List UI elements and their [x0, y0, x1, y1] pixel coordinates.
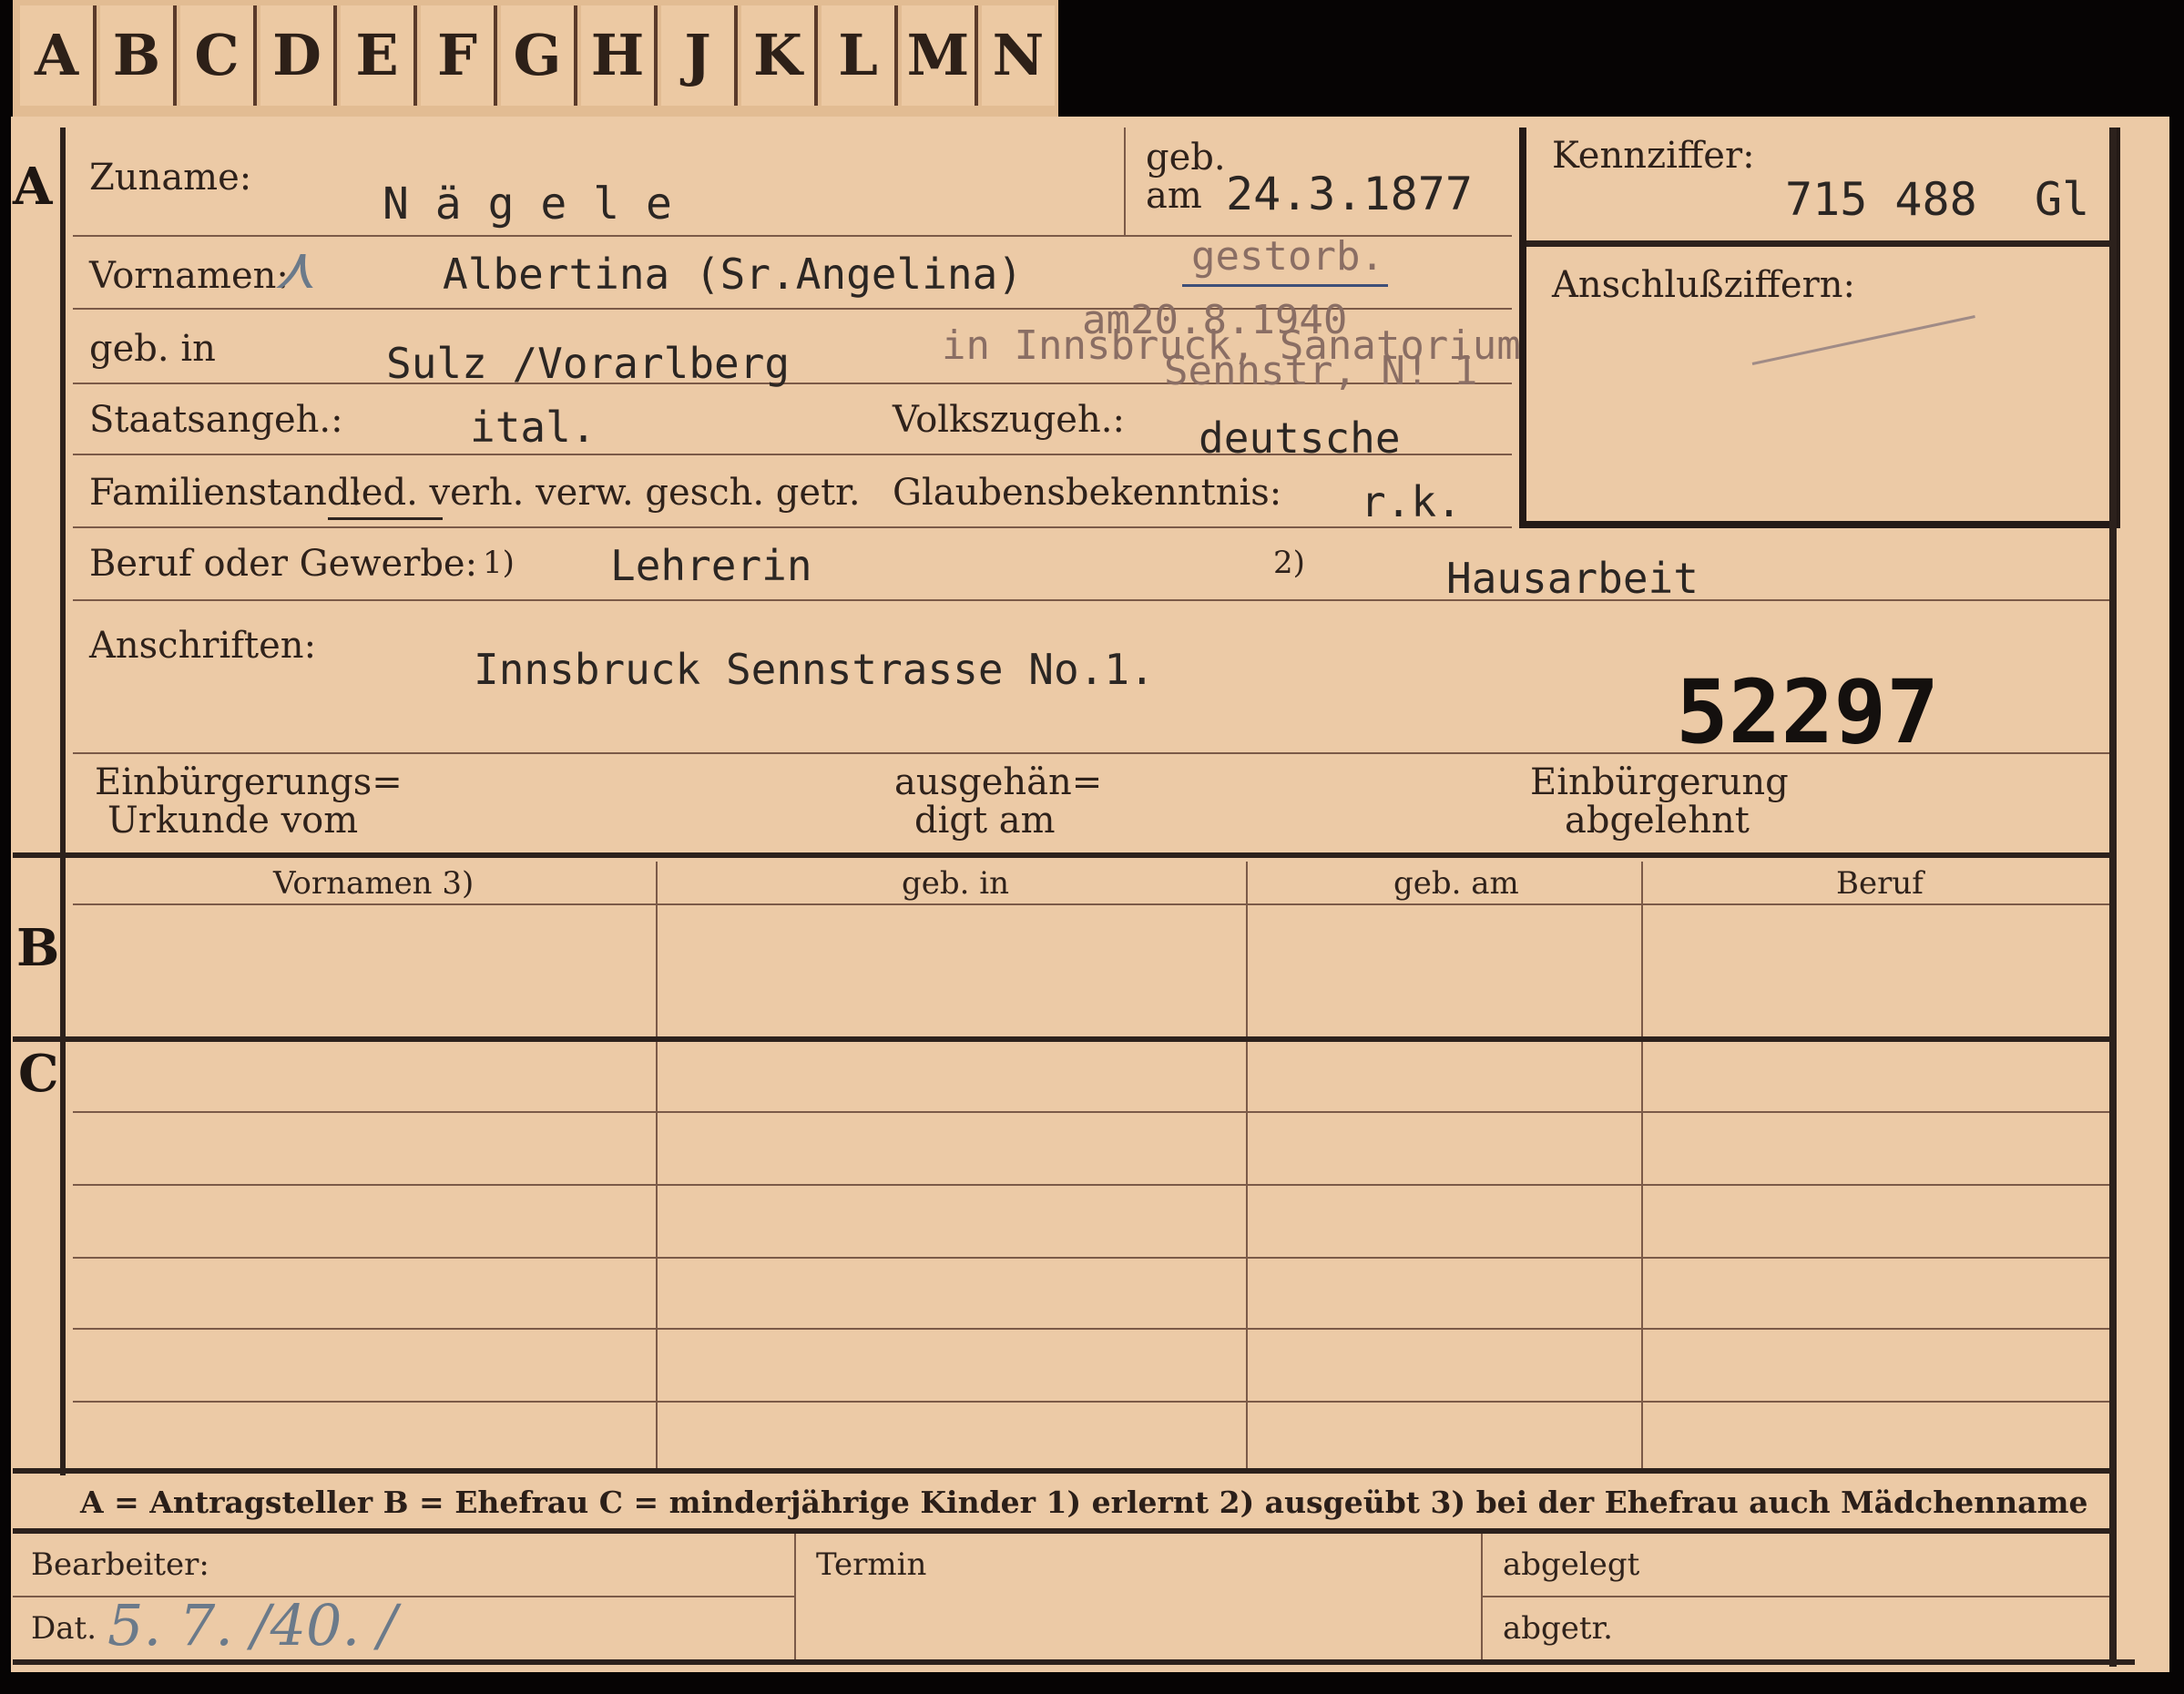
- tab-e[interactable]: E: [341, 5, 417, 106]
- tab-f[interactable]: F: [421, 5, 497, 106]
- row-divider: [73, 526, 1512, 528]
- ethnicity-label: Volkszugeh.:: [893, 399, 1125, 441]
- date-label: Dat.: [31, 1610, 97, 1647]
- occupation-footnote-1: 1): [483, 545, 515, 581]
- row-divider: [73, 599, 2113, 601]
- right-margin-rule: [2109, 128, 2117, 1667]
- occupation-footnote-2: 2): [1273, 545, 1305, 581]
- religion-value: r.k.: [1361, 477, 1462, 526]
- id-number-label: Kennziffer:: [1552, 135, 1755, 177]
- table-row: [73, 1401, 2109, 1403]
- born-date-value: 24.3.1877: [1226, 168, 1473, 220]
- tab-a[interactable]: A: [20, 5, 97, 106]
- stamp-number: 52297: [1676, 661, 1939, 763]
- ethnicity-value: deutsche: [1199, 413, 1401, 463]
- tab-h[interactable]: H: [581, 5, 658, 106]
- surname-value: N ä g e l e: [383, 179, 672, 230]
- table-row: [73, 1111, 2109, 1113]
- deadline-label: Termin: [816, 1546, 927, 1583]
- address-label: Anschriften:: [89, 625, 317, 667]
- tab-j[interactable]: J: [661, 5, 738, 106]
- citizenship-value: ital.: [470, 403, 597, 452]
- col-header-birth-date: geb. am: [1393, 865, 1519, 902]
- tab-g[interactable]: G: [501, 5, 577, 106]
- identifier-box-divider: [1526, 240, 2113, 247]
- id-number-suffix: Gl: [2035, 173, 2090, 226]
- birthplace-label: geb. in: [89, 328, 216, 370]
- naturalization-rejected-label-1: Einbürgerung: [1530, 761, 1789, 803]
- naturalization-certificate-label-1: Einbürgerungs=: [95, 761, 403, 803]
- delivered-label-2: digt am: [914, 800, 1056, 842]
- died-street: Sennstr, N! 1: [1164, 348, 1478, 394]
- table-header-rule: [73, 903, 2109, 905]
- section-c-label: C: [18, 1044, 59, 1104]
- table-row: [73, 1184, 2109, 1186]
- given-names-label: Vornamen:: [89, 255, 289, 297]
- tab-l[interactable]: L: [822, 5, 898, 106]
- marital-status-options: led. verh. verw. gesch. getr.: [350, 472, 861, 514]
- table-col-divider: [1641, 862, 1643, 1468]
- legend-bottom-rule: [13, 1528, 2117, 1534]
- died-note: gestorb.: [1191, 233, 1384, 280]
- birth-date-divider: [1124, 128, 1126, 235]
- occupation-label: Beruf oder Gewerbe:: [89, 543, 478, 585]
- clerk-label: Bearbeiter:: [31, 1546, 209, 1583]
- card-bottom-rule: [13, 1659, 2135, 1665]
- footer-col-divider: [794, 1534, 796, 1661]
- section-b-bottom-rule: [13, 1036, 2117, 1042]
- religion-label: Glaubensbekenntnis:: [893, 472, 1282, 514]
- footer-row-divider: [1481, 1596, 2109, 1597]
- footer-col-divider: [1481, 1534, 1483, 1661]
- date-handwritten: 5. 7. /40. /: [107, 1592, 397, 1658]
- left-margin-rule: [60, 128, 66, 1475]
- tab-c[interactable]: C: [180, 5, 257, 106]
- id-number-value: 715 488: [1785, 173, 1977, 226]
- naturalization-rejected-label-2: abgelehnt: [1565, 800, 1750, 842]
- tab-k[interactable]: K: [741, 5, 818, 106]
- filed-label: abgelegt: [1503, 1546, 1640, 1583]
- col-header-birthplace: geb. in: [902, 865, 1010, 902]
- tab-d[interactable]: D: [260, 5, 337, 106]
- tab-b[interactable]: B: [100, 5, 177, 106]
- section-b-label: B: [16, 918, 60, 978]
- table-col-divider: [1246, 862, 1248, 1468]
- removed-label: abgetr.: [1503, 1610, 1613, 1647]
- tab-m[interactable]: M: [902, 5, 978, 106]
- surname-label: Zuname:: [89, 157, 252, 199]
- born-label-1: geb.: [1146, 137, 1226, 179]
- table-col-divider: [656, 862, 658, 1468]
- citizenship-label: Staatsangeh.:: [89, 399, 343, 441]
- marital-selected-underline: [328, 517, 443, 520]
- died-underline: [1182, 284, 1388, 287]
- born-label-2: am: [1146, 175, 1202, 217]
- table-row: [73, 1328, 2109, 1330]
- marital-status-label: Familienstand:: [89, 472, 362, 514]
- col-header-given-names: Vornamen 3): [273, 865, 475, 902]
- occupation-practiced-value: Hausarbeit: [1446, 554, 1699, 603]
- table-bottom-rule: [13, 1468, 2117, 1474]
- occupation-learned-value: Lehrerin: [610, 541, 812, 590]
- alphabet-tab-strip: A B C D E F G H J K L M N: [13, 0, 1058, 120]
- tab-n[interactable]: N: [982, 5, 1055, 106]
- col-header-occupation: Beruf: [1836, 865, 1924, 902]
- section-a-label: A: [13, 157, 53, 217]
- naturalization-certificate-label-2: Urkunde vom: [107, 800, 359, 842]
- pencil-check-mark: ⋏: [273, 235, 316, 302]
- section-a-bottom-rule: [13, 852, 2117, 858]
- legend: A = Antragsteller B = Ehefrau C = minder…: [80, 1485, 2088, 1520]
- address-value: Innsbruck Sennstrasse No.1.: [474, 645, 1155, 694]
- delivered-label-1: ausgehän=: [894, 761, 1103, 803]
- given-names-value: Albertina (Sr.Angelina): [443, 250, 1023, 299]
- linked-numbers-label: Anschlußziffern:: [1552, 264, 1855, 306]
- table-row: [73, 1257, 2109, 1259]
- birthplace-value: Sulz /Vorarlberg: [386, 339, 791, 388]
